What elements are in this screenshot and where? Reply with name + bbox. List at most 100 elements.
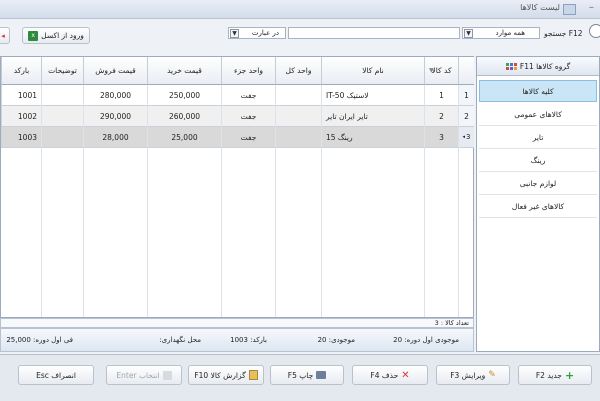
delete-button-label: حذف F4 bbox=[370, 370, 399, 380]
group-item-all[interactable]: کلیه کالاها bbox=[479, 80, 597, 102]
window-title: لیست کالاها bbox=[520, 3, 560, 12]
edge-button[interactable]: ◂ bbox=[0, 27, 10, 44]
search-radio-icon[interactable] bbox=[589, 24, 600, 38]
buy-price-cell: 250,000 bbox=[147, 85, 221, 106]
search-label: جستجو F12 bbox=[544, 29, 583, 38]
delete-icon: ✕ bbox=[401, 369, 410, 381]
column-header-code[interactable]: کد کالا ▼ bbox=[424, 57, 458, 85]
groups-header-label: گروه کالاها F11 bbox=[519, 61, 571, 71]
name-cell: تایر ایران تایر bbox=[321, 106, 424, 127]
column-header-total-unit[interactable]: واحد کل bbox=[275, 57, 321, 85]
products-table: کد کالا ▼ نام کالا واحد کل واحد جزء قیمت … bbox=[0, 56, 474, 318]
groups-panel: گروه کالاها F11 کلیه کالاها کالاهای عموم… bbox=[476, 56, 600, 352]
column-header-sell-price-label: قیمت فروش bbox=[95, 66, 136, 75]
minimize-icon[interactable]: – bbox=[589, 2, 594, 13]
sell-price-cell: 290,000 bbox=[83, 106, 147, 127]
grid-line bbox=[458, 85, 459, 317]
select-button-label: انتخاب Enter bbox=[116, 370, 160, 380]
grid-line bbox=[41, 85, 42, 317]
stock-start-label: موجودی اول دوره: 20 bbox=[393, 336, 459, 344]
edit-button-label: ویرایش F3 bbox=[450, 370, 486, 380]
name-cell: لاستیک IT-50 bbox=[321, 85, 424, 106]
barcode-label: بارکد: 1003 bbox=[230, 336, 267, 344]
select-button[interactable]: انتخاب Enter bbox=[106, 365, 182, 385]
column-header-total-unit-label: واحد کل bbox=[285, 66, 312, 75]
delete-button[interactable]: ✕ حذف F4 bbox=[352, 365, 428, 385]
table-row[interactable]: 1 1 لاستیک IT-50 جفت 250,000 280,000 100… bbox=[1, 85, 474, 106]
search-scope-value: همه موارد bbox=[495, 29, 525, 37]
column-header-description[interactable]: توضیحات bbox=[41, 57, 83, 85]
cancel-button-label: انصراف Esc bbox=[36, 370, 76, 380]
excel-icon: x bbox=[28, 30, 39, 41]
part-unit-cell: جفت bbox=[221, 106, 275, 127]
total-unit-cell bbox=[275, 127, 321, 148]
barcode-cell: 1003 bbox=[1, 127, 41, 148]
column-header-code-label: کد کالا bbox=[431, 66, 452, 75]
table-row-selected[interactable]: ◂ 3 3 رینگ 15 جفت 25,000 28,000 1003 bbox=[1, 127, 474, 148]
grid-line bbox=[221, 85, 222, 317]
groups-header[interactable]: گروه کالاها F11 bbox=[477, 57, 599, 76]
pencil-icon: ✎ bbox=[488, 370, 496, 380]
row-num-cell: 2 bbox=[458, 106, 474, 127]
record-count: تعداد کالا : 3 bbox=[0, 318, 474, 328]
stock-label: موجودی: 20 bbox=[317, 336, 355, 344]
cancel-button[interactable]: انصراف Esc bbox=[18, 365, 94, 385]
description-cell bbox=[41, 85, 83, 106]
edit-button[interactable]: ✎ ویرایش F3 bbox=[436, 365, 510, 385]
grid-line bbox=[83, 85, 84, 317]
new-button[interactable]: + جدید F2 bbox=[518, 365, 592, 385]
code-cell: 2 bbox=[424, 106, 458, 127]
column-header-description-label: توضیحات bbox=[48, 66, 77, 75]
description-cell bbox=[41, 106, 83, 127]
sell-price-cell: 28,000 bbox=[83, 127, 147, 148]
select-icon bbox=[162, 370, 172, 380]
import-excel-button[interactable]: ورود از اکسل x bbox=[22, 27, 90, 44]
group-item-inactive[interactable]: کالاهای غیر فعال bbox=[479, 195, 597, 218]
row-num-cell: 1 bbox=[458, 85, 474, 106]
group-item-general[interactable]: کالاهای عمومی bbox=[479, 103, 597, 126]
column-header-buy-price[interactable]: قیمت خرید bbox=[147, 57, 221, 85]
grid-line bbox=[424, 85, 425, 317]
item-info-bar: موجودی اول دوره: 20 موجودی: 20 بارکد: 10… bbox=[0, 328, 474, 352]
column-header-name[interactable]: نام کالا bbox=[321, 57, 424, 85]
sort-icon: ▼ bbox=[429, 67, 434, 74]
printer-icon bbox=[316, 371, 327, 379]
grid-line bbox=[147, 85, 148, 317]
sell-price-cell: 280,000 bbox=[83, 85, 147, 106]
print-button[interactable]: چاپ F5 bbox=[270, 365, 344, 385]
name-cell: رینگ 15 bbox=[321, 127, 424, 148]
chevron-down-icon[interactable]: ▼ bbox=[230, 29, 239, 38]
row-num-header bbox=[458, 57, 474, 85]
row-num-label: 3 bbox=[466, 133, 471, 141]
search-match-value: در عبارت bbox=[251, 29, 279, 37]
search-match-select[interactable]: در عبارت ▼ bbox=[228, 27, 286, 39]
search-input[interactable] bbox=[288, 27, 460, 39]
group-item-accessories[interactable]: لوازم جانبی bbox=[479, 172, 597, 195]
total-unit-cell bbox=[275, 85, 321, 106]
report-icon bbox=[248, 370, 258, 380]
total-unit-cell bbox=[275, 106, 321, 127]
code-cell: 3 bbox=[424, 127, 458, 148]
group-item-rim[interactable]: رینگ bbox=[479, 149, 597, 172]
barcode-cell: 1002 bbox=[1, 106, 41, 127]
current-row-icon: ◂ bbox=[462, 134, 466, 140]
group-item-tire[interactable]: تایر bbox=[479, 126, 597, 149]
table-row[interactable]: 2 2 تایر ایران تایر جفت 260,000 290,000 … bbox=[1, 106, 474, 127]
title-bar: – لیست کالاها bbox=[0, 0, 600, 19]
barcode-cell: 1001 bbox=[1, 85, 41, 106]
plus-icon: + bbox=[564, 368, 575, 382]
column-header-part-unit[interactable]: واحد جزء bbox=[221, 57, 275, 85]
column-header-sell-price[interactable]: قیمت فروش bbox=[83, 57, 147, 85]
report-button[interactable]: گزارش کالا F10 bbox=[188, 365, 264, 385]
chevron-down-icon[interactable]: ▼ bbox=[464, 29, 473, 38]
column-header-barcode-label: بارکد bbox=[13, 66, 30, 75]
grid-icon bbox=[505, 62, 517, 70]
import-excel-label: ورود از اکسل bbox=[41, 31, 84, 40]
column-header-barcode[interactable]: بارکد bbox=[1, 57, 41, 85]
report-button-label: گزارش کالا F10 bbox=[194, 370, 246, 380]
search-scope-select[interactable]: همه موارد ▼ bbox=[462, 27, 540, 39]
grid-line bbox=[275, 85, 276, 317]
new-button-label: جدید F2 bbox=[535, 370, 562, 380]
storage-label: محل نگهداری: bbox=[159, 336, 201, 344]
arrow-icon: ◂ bbox=[1, 31, 5, 40]
